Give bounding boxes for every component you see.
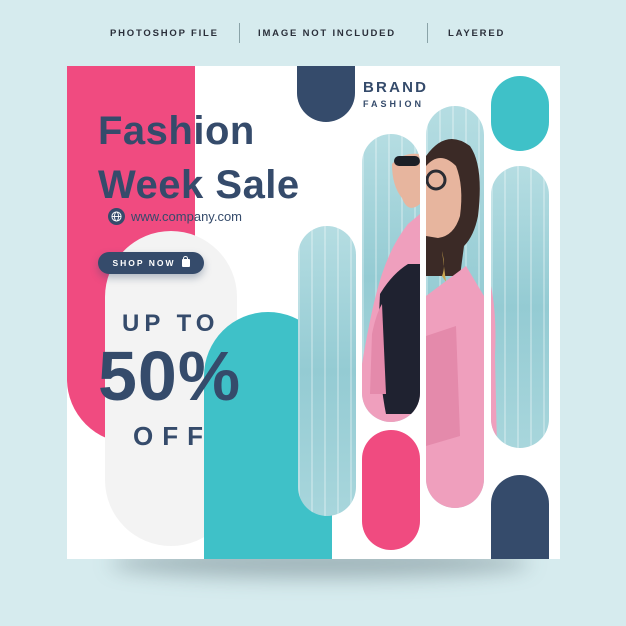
info-photoshop-file: PHOTOSHOP FILE [110, 28, 219, 39]
photo-strip-2 [362, 134, 420, 422]
shop-now-button[interactable]: SHOP NOW [98, 252, 204, 274]
photo-strip-4 [491, 166, 549, 448]
globe-icon [108, 207, 125, 225]
pink-pill-shape [362, 430, 420, 550]
template-info-bar: PHOTOSHOP FILE IMAGE NOT INCLUDED LAYERE… [0, 22, 626, 46]
divider [239, 23, 240, 43]
headline-line-1: Fashion [98, 109, 255, 153]
shopping-bag-icon [181, 256, 190, 267]
info-image-not-included: IMAGE NOT INCLUDED [258, 28, 396, 39]
headline: Fashion Week Sale [98, 104, 358, 212]
teal-pill-shape [491, 76, 549, 151]
brand-name: BRAND [363, 79, 429, 96]
navy-pill-shape [491, 475, 549, 559]
photo-strip-3 [426, 106, 484, 508]
brand-logo: BRAND FASHION [363, 79, 463, 109]
photo-strip-1 [298, 226, 356, 516]
fashion-sale-banner: BRAND FASHION Fashion Week Sale www.comp… [67, 66, 560, 559]
website-url: www.company.com [131, 208, 243, 224]
offer-amount: 50% [98, 337, 242, 415]
info-layered: LAYERED [448, 28, 506, 39]
website-link[interactable]: www.company.com [108, 207, 242, 225]
shop-now-label: SHOP NOW [112, 258, 176, 268]
headline-line-2: Week Sale [98, 163, 300, 207]
offer-suffix: OFF [133, 421, 212, 451]
divider [427, 23, 428, 43]
brand-tagline: FASHION [363, 99, 425, 109]
